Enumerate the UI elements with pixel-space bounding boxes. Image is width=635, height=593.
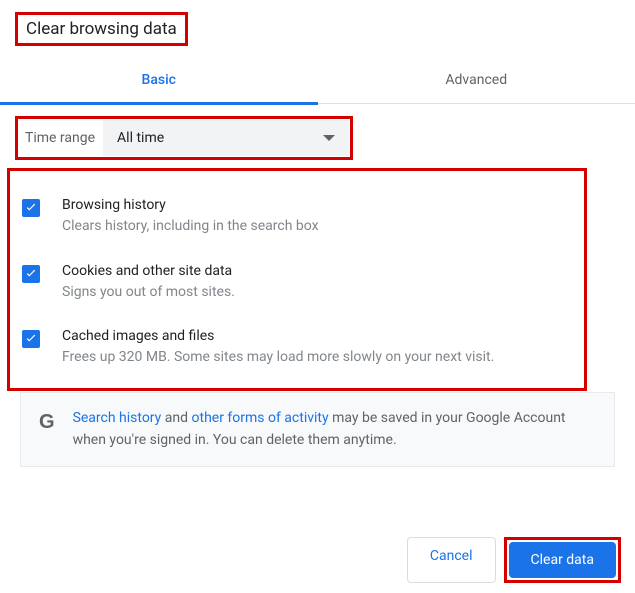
dialog-footer: Cancel Clear data bbox=[407, 537, 621, 583]
check-icon bbox=[24, 201, 38, 215]
option-desc: Signs you out of most sites. bbox=[62, 283, 576, 303]
info-notice: G Search history and other forms of acti… bbox=[20, 392, 615, 467]
dropdown-caret-icon bbox=[323, 135, 335, 141]
title-highlight: Clear browsing data bbox=[15, 12, 188, 46]
tab-advanced[interactable]: Advanced bbox=[318, 58, 635, 103]
option-row: Cached images and files Frees up 320 MB.… bbox=[18, 328, 576, 368]
link-other-activity[interactable]: other forms of activity bbox=[192, 410, 329, 426]
info-text: Search history and other forms of activi… bbox=[73, 407, 596, 452]
tab-basic[interactable]: Basic bbox=[0, 58, 318, 105]
link-search-history[interactable]: Search history bbox=[73, 410, 162, 426]
checkbox-cookies[interactable] bbox=[22, 265, 40, 283]
check-icon bbox=[24, 267, 38, 281]
option-text: Browsing history Clears history, includi… bbox=[62, 197, 576, 237]
option-desc: Clears history, including in the search … bbox=[62, 217, 576, 237]
time-range-highlight: Time range All time bbox=[15, 116, 353, 160]
cancel-button[interactable]: Cancel bbox=[407, 537, 496, 583]
option-title: Browsing history bbox=[62, 197, 576, 213]
option-row: Browsing history Clears history, includi… bbox=[18, 197, 576, 237]
option-title: Cookies and other site data bbox=[62, 263, 576, 279]
dialog-title: Clear browsing data bbox=[26, 19, 177, 39]
option-text: Cached images and files Frees up 320 MB.… bbox=[62, 328, 576, 368]
tab-bar: Basic Advanced bbox=[0, 58, 635, 104]
clear-data-button[interactable]: Clear data bbox=[509, 542, 616, 578]
option-text: Cookies and other site data Signs you ou… bbox=[62, 263, 576, 303]
google-icon: G bbox=[39, 411, 55, 434]
clear-data-highlight: Clear data bbox=[504, 537, 621, 583]
clear-browsing-data-dialog: Clear browsing data Basic Advanced Time … bbox=[0, 0, 635, 593]
time-range-label: Time range bbox=[19, 120, 103, 156]
option-title: Cached images and files bbox=[62, 328, 576, 344]
check-icon bbox=[24, 332, 38, 346]
checkbox-cached[interactable] bbox=[22, 330, 40, 348]
time-range-select[interactable]: All time bbox=[103, 120, 349, 156]
option-row: Cookies and other site data Signs you ou… bbox=[18, 263, 576, 303]
time-range-value: All time bbox=[117, 130, 164, 146]
info-text-fragment: and bbox=[161, 410, 191, 426]
option-desc: Frees up 320 MB. Some sites may load mor… bbox=[62, 348, 576, 368]
options-highlight: Browsing history Clears history, includi… bbox=[7, 168, 587, 391]
checkbox-browsing-history[interactable] bbox=[22, 199, 40, 217]
